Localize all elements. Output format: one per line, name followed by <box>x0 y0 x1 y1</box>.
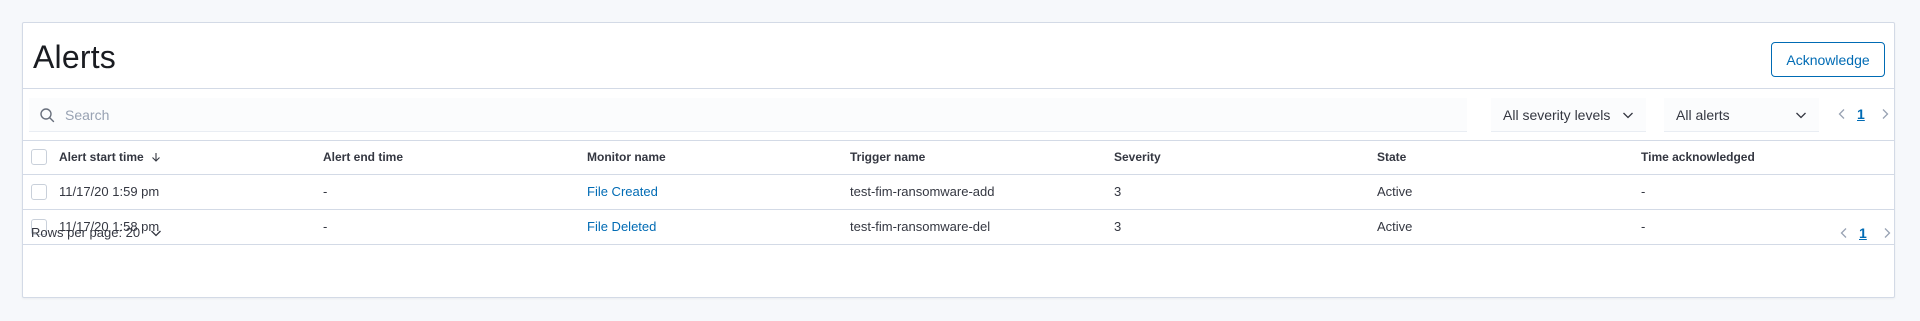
chevron-left-icon[interactable] <box>1836 108 1848 120</box>
select-all-cell <box>23 141 59 175</box>
row-select-cell <box>23 174 59 210</box>
toolbar: All severity levels All alerts 1 <box>23 89 1894 141</box>
page-number-button[interactable]: 1 <box>1857 106 1865 122</box>
chevron-left-icon[interactable] <box>1838 227 1850 239</box>
pagination-top: 1 <box>1833 98 1893 132</box>
monitor-link[interactable]: File Created <box>587 184 658 199</box>
table-header-row: Alert start time Alert end time Monitor … <box>23 141 1894 175</box>
search-input[interactable] <box>65 98 1455 132</box>
column-severity[interactable]: Severity <box>1114 141 1377 175</box>
cell-start-time: 11/17/20 1:59 pm <box>59 174 323 210</box>
chevron-right-icon[interactable] <box>1881 227 1893 239</box>
select-all-checkbox[interactable] <box>31 149 47 166</box>
chevron-down-icon <box>150 230 161 237</box>
column-alert-start-time[interactable]: Alert start time <box>59 141 323 175</box>
chevron-right-icon[interactable] <box>1879 108 1891 120</box>
severity-select[interactable]: All severity levels <box>1491 98 1646 132</box>
alerts-panel: Alerts Acknowledge All severity levels A… <box>22 22 1895 298</box>
table-row: 11/17/20 1:59 pm - File Created test-fim… <box>23 174 1894 210</box>
page-title: Alerts <box>33 39 116 75</box>
alerts-select-value: All alerts <box>1676 107 1730 123</box>
chevron-down-icon <box>1796 112 1806 119</box>
row-checkbox[interactable] <box>31 183 47 200</box>
alerts-select[interactable]: All alerts <box>1664 98 1819 132</box>
sort-down-icon <box>152 153 160 163</box>
cell-severity: 3 <box>1114 174 1377 210</box>
pagination-bottom: 1 <box>1835 217 1895 251</box>
cell-trigger-name: test-fim-ransomware-add <box>850 174 1114 210</box>
page-number-button[interactable]: 1 <box>1859 225 1867 241</box>
cell-monitor-name: File Created <box>587 174 850 210</box>
table-footer: Rows per page: 20 1 <box>23 209 1894 259</box>
column-trigger-name[interactable]: Trigger name <box>850 141 1114 175</box>
severity-select-value: All severity levels <box>1503 107 1611 123</box>
search-icon <box>40 108 55 123</box>
chevron-down-icon <box>1623 112 1633 119</box>
rows-per-page-label: Rows per page: 20 <box>31 225 141 240</box>
search-box <box>29 98 1467 132</box>
column-monitor-name[interactable]: Monitor name <box>587 141 850 175</box>
rows-per-page-button[interactable]: Rows per page: 20 <box>31 225 162 240</box>
panel-header: Alerts Acknowledge <box>23 23 1894 89</box>
cell-time-acknowledged: - <box>1641 174 1894 210</box>
cell-end-time: - <box>323 174 587 210</box>
column-time-acknowledged[interactable]: Time acknowledged <box>1641 141 1894 175</box>
column-alert-end-time[interactable]: Alert end time <box>323 141 587 175</box>
column-state[interactable]: State <box>1377 141 1641 175</box>
cell-state: Active <box>1377 174 1641 210</box>
acknowledge-button[interactable]: Acknowledge <box>1771 42 1885 77</box>
